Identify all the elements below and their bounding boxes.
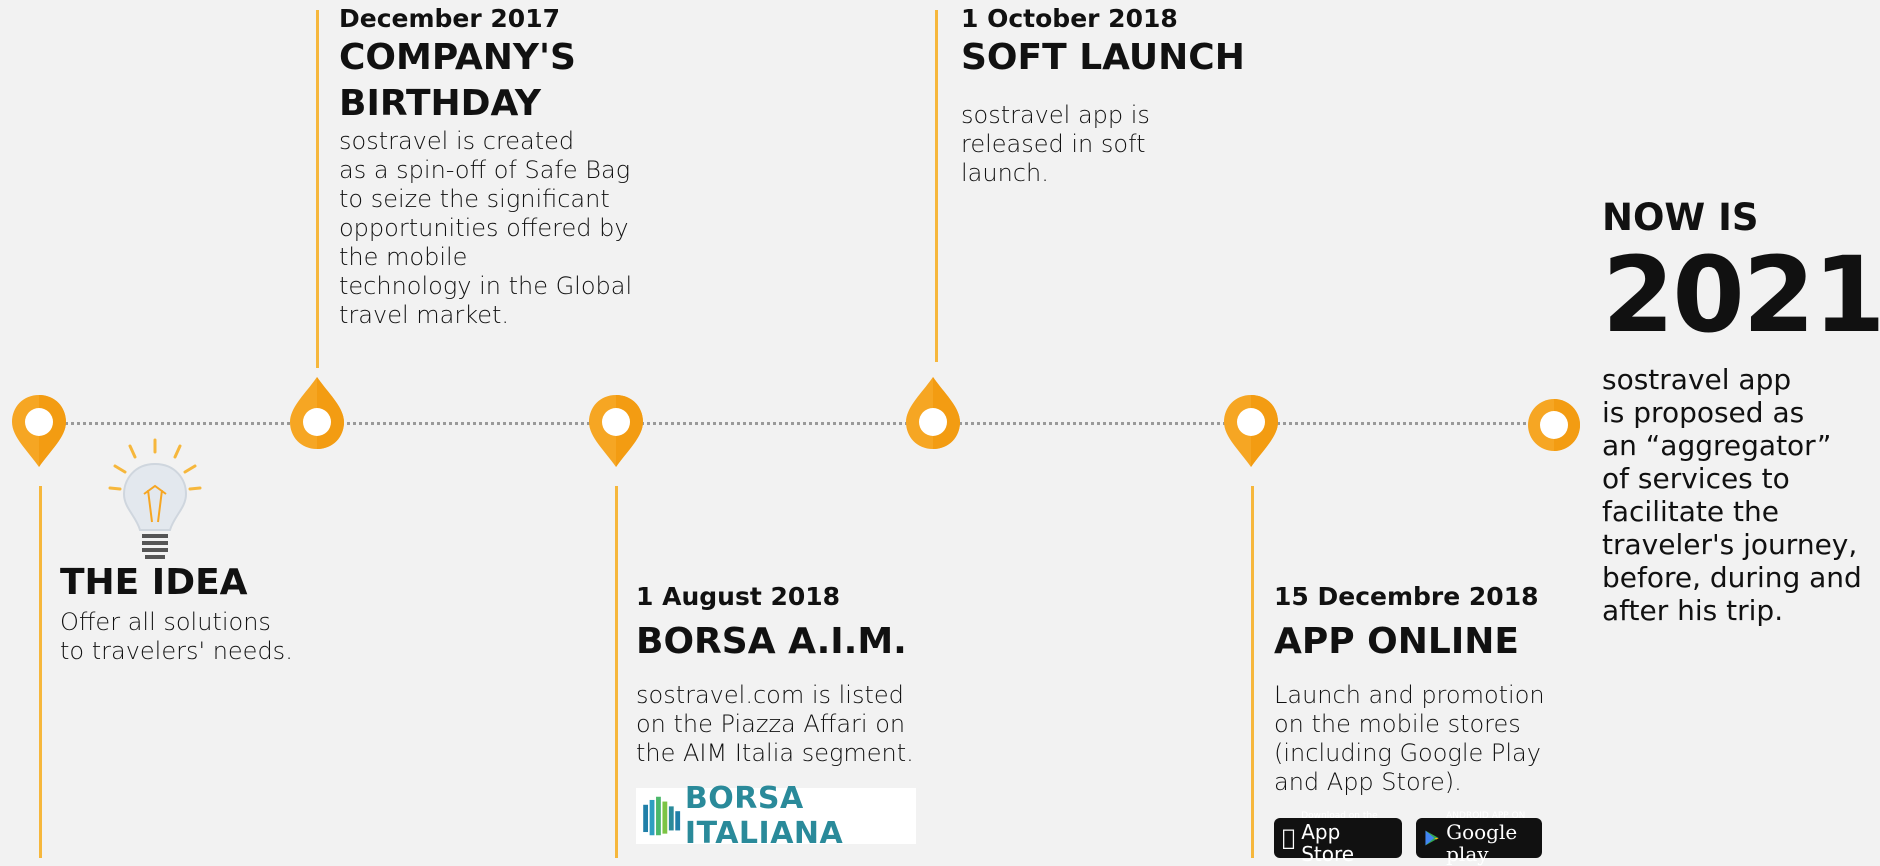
now-body-line: after his trip. (1602, 594, 1784, 627)
borsa-body-line: sostravel.com is listed (636, 681, 904, 709)
now-body-line: traveler's journey, (1602, 528, 1858, 561)
now-year: 2021 (1602, 234, 1880, 356)
birthday-body: sostravel is created as a spin-off of Sa… (339, 127, 659, 330)
app-body: Launch and promotion on the mobile store… (1274, 681, 1574, 797)
now-label: NOW IS (1602, 196, 1759, 239)
app-body-line: Launch and promotion (1274, 681, 1545, 709)
birthday-body-line: to seize the significant (339, 185, 610, 213)
app-body-line: and App Store). (1274, 768, 1462, 796)
app-date: 15 Decembre 2018 (1274, 582, 1539, 611)
soft-body-line: launch. (961, 159, 1049, 187)
app-title: APP ONLINE (1274, 621, 1519, 662)
soft-launch-section: 1 October 2018 SOFT LAUNCH sostravel app… (961, 4, 1261, 188)
soft-body-line: released in soft (961, 130, 1146, 158)
birthday-body-line: technology in the Global (339, 272, 633, 300)
now-body-line: sostravel app (1602, 363, 1792, 396)
pin-icon (12, 395, 66, 467)
now-section: NOW IS 2021 sostravel app is proposed as… (1602, 196, 1880, 627)
now-body-line: of services to (1602, 462, 1790, 495)
birthday-title-line: BIRTHDAY (339, 83, 541, 124)
borsa-body-line: on the Piazza Affari on (636, 710, 906, 738)
borsa-logo-icon (643, 796, 681, 836)
connector-birthday (316, 10, 319, 368)
connector-soft (935, 10, 938, 362)
birthday-body-line: sostravel is created (339, 127, 575, 155)
lightbulb-icon (108, 438, 202, 559)
googleplay-big-text: Google play (1446, 820, 1518, 866)
app-body-line: (including Google Play (1274, 739, 1541, 767)
pin-icon (290, 377, 344, 449)
now-body-line: before, during and (1602, 561, 1862, 594)
now-body: sostravel app is proposed as an “aggrega… (1602, 363, 1872, 627)
timeline-line (40, 422, 1550, 425)
soft-body-line: sostravel app is (961, 101, 1150, 129)
borsa-body-line: the AIM Italia segment. (636, 739, 914, 767)
google-play-icon (1425, 830, 1439, 846)
google-play-badge[interactable]: ANDROID APP ON Google play (1416, 811, 1542, 865)
borsa-date: 1 August 2018 (636, 582, 841, 611)
birthday-body-line: travel market. (339, 301, 510, 329)
soft-body: sostravel app is released in soft launch… (961, 101, 1261, 188)
borsa-logo-text: BORSA ITALIANA (684, 781, 844, 851)
birthday-date: December 2017 (339, 4, 560, 33)
borsa-italiana-logo: BORSA ITALIANA (636, 781, 916, 851)
idea-body-line: Offer all solutions (60, 608, 271, 636)
now-body-line: an “aggregator” (1602, 429, 1832, 462)
soft-title: SOFT LAUNCH (961, 37, 1245, 78)
now-body-line: is proposed as (1602, 396, 1805, 429)
borsa-section: 1 August 2018 BORSA A.I.M. sostravel.com… (636, 582, 956, 851)
idea-body: Offer all solutions to travelers' needs. (60, 608, 320, 666)
connector-app (1251, 486, 1254, 858)
birthday-body-line: as a spin-off of Safe Bag (339, 156, 631, 184)
now-body-line: facilitate the (1602, 495, 1779, 528)
pin-end-icon (1528, 399, 1580, 451)
app-online-section: 15 Decembre 2018 APP ONLINE Launch and p… (1274, 582, 1574, 865)
pin-icon (1224, 395, 1278, 467)
app-body-line: on the mobile stores (1274, 710, 1521, 738)
idea-section: THE IDEA Offer all solutions to traveler… (60, 438, 320, 666)
birthday-title: COMPANY'S BIRTHDAY (339, 35, 659, 127)
borsa-title: BORSA A.I.M. (636, 621, 907, 662)
idea-body-line: to travelers' needs. (60, 637, 293, 665)
birthday-title-line: COMPANY'S (339, 37, 576, 78)
soft-date: 1 October 2018 (961, 4, 1178, 33)
birthday-section: December 2017 COMPANY'S BIRTHDAY sostrav… (339, 4, 659, 330)
connector-idea (39, 486, 42, 858)
birthday-body-line: opportunities offered by (339, 214, 629, 242)
apple-icon:  (1282, 826, 1295, 851)
appstore-big-text: App Store (1288, 821, 1387, 865)
pin-icon (589, 395, 643, 467)
birthday-body-line: the mobile (339, 243, 468, 271)
connector-borsa (615, 486, 618, 858)
borsa-body: sostravel.com is listed on the Piazza Af… (636, 681, 956, 768)
pin-icon (906, 377, 960, 449)
app-store-badge[interactable]:  Download on the App Store (1274, 811, 1402, 865)
